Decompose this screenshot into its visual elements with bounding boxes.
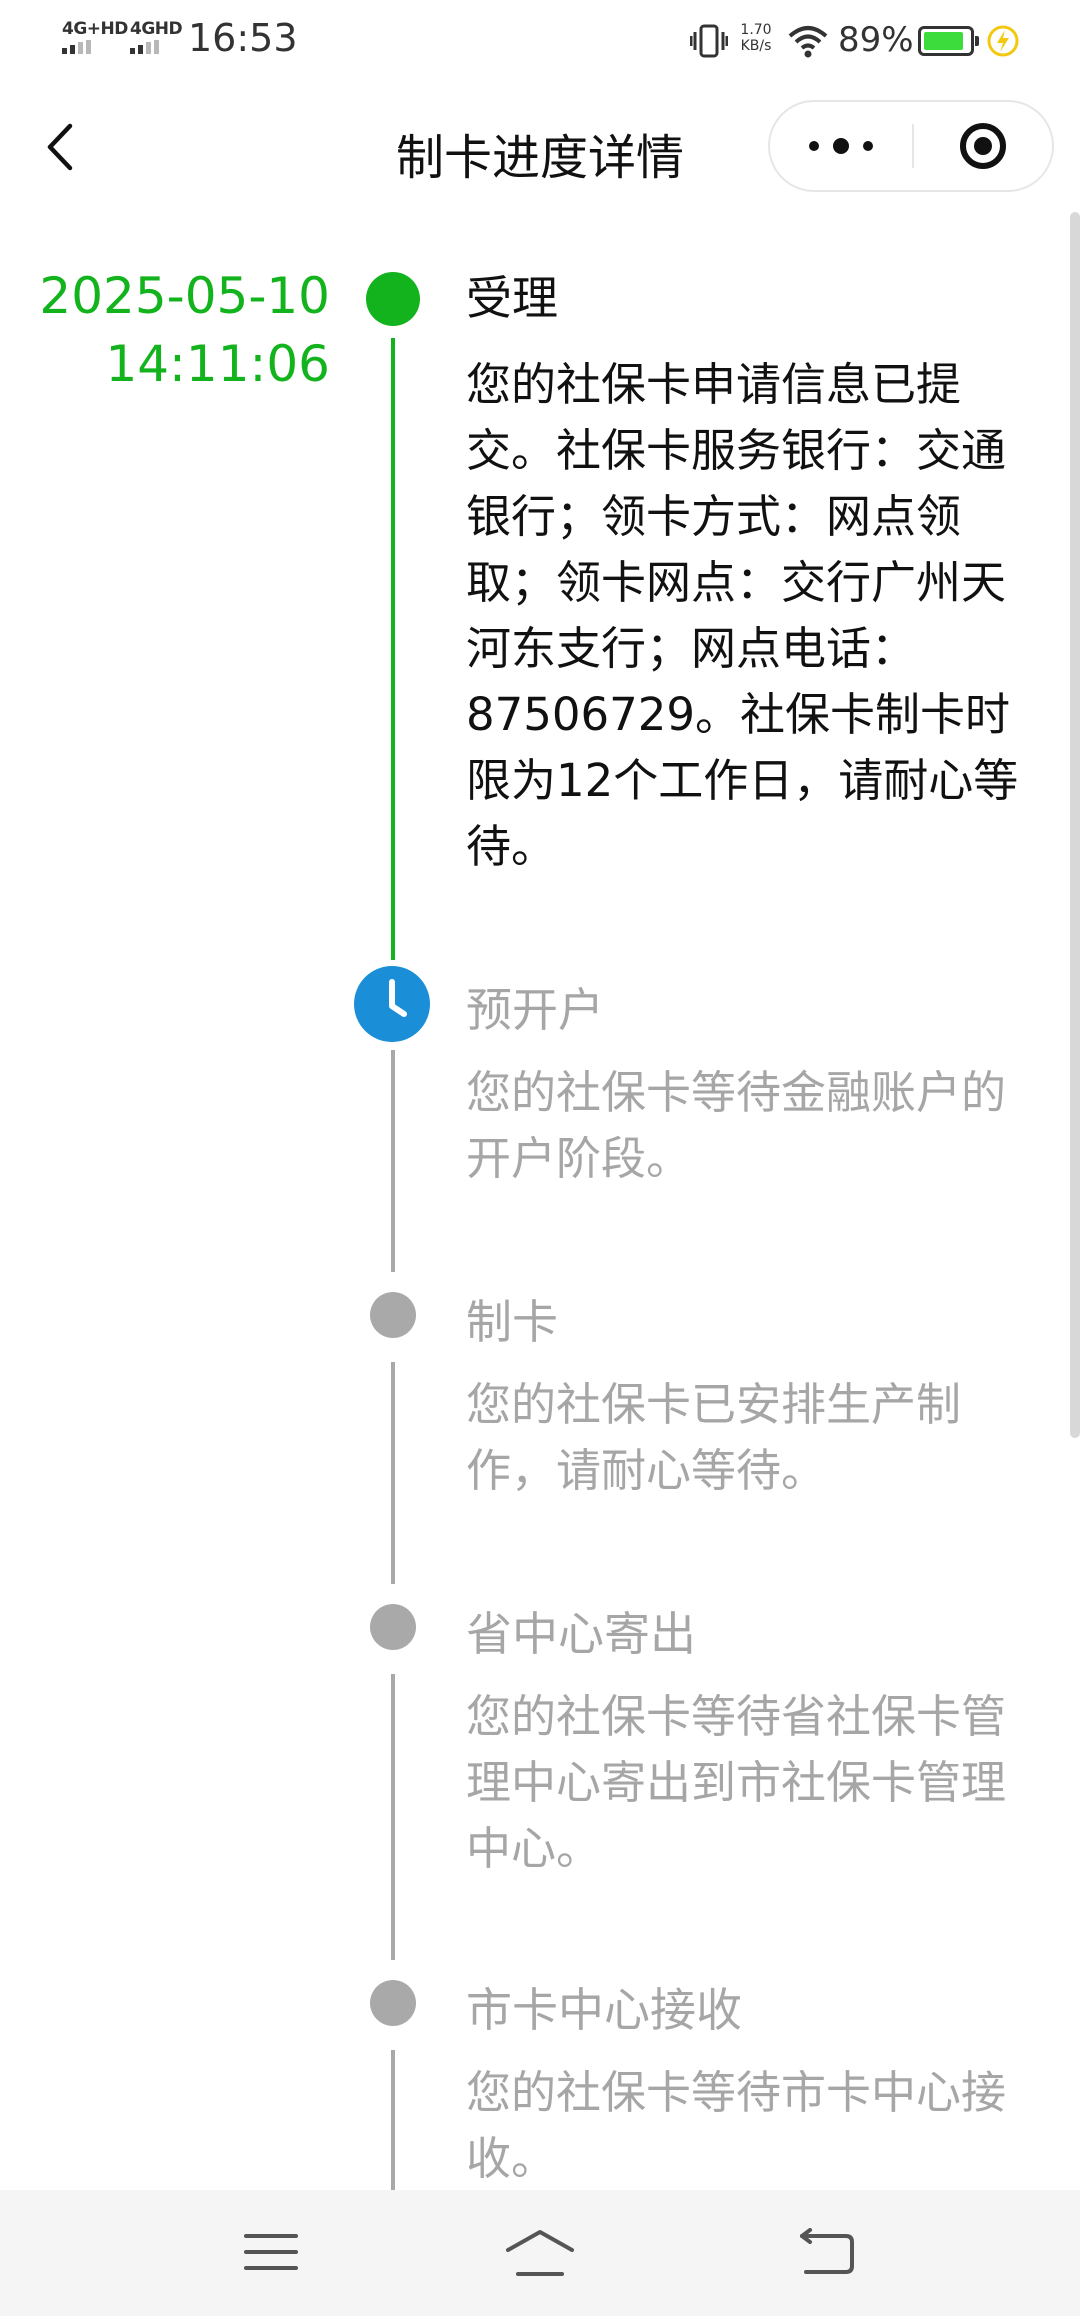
clock-icon (354, 966, 430, 1042)
step-date: 2025-05-10 (39, 267, 330, 325)
step-title: 制卡 (466, 1295, 558, 1349)
step-description: 您的社保卡等待金融账户的开户阶段。 (466, 1066, 1007, 1185)
progress-timeline: 2025-05-10 14:11:06 受理 您的社保卡申请信息已提交。社保卡服… (0, 0, 1080, 2316)
step-title: 省中心寄出 (466, 1607, 696, 1661)
menu-icon[interactable] (244, 2228, 298, 2280)
step-pending-dot (370, 1980, 416, 2026)
step-pending-dot (370, 1604, 416, 1650)
step-title: 受理 (466, 271, 558, 325)
system-nav-bar (0, 2190, 1080, 2316)
timeline-connector (391, 2050, 395, 2190)
step-time: 14:11:06 (105, 335, 330, 393)
step-done-dot (366, 272, 420, 326)
timeline-connector (391, 1050, 395, 1272)
step-description: 您的社保卡等待市卡中心接收。 (466, 2066, 1007, 2185)
step-description: 您的社保卡已安排生产制作，请耐心等待。 (466, 1378, 962, 1497)
step-title: 市卡中心接收 (466, 1983, 742, 2037)
step-description: 您的社保卡申请信息已提交。社保卡服务银行：交通银行；领卡方式：网点领取；领卡网点… (466, 358, 1019, 873)
step-timestamp: 2025-05-10 14:11:06 (39, 262, 330, 398)
home-icon[interactable] (504, 2228, 576, 2282)
step-description: 您的社保卡等待省社保卡管理中心寄出到市社保卡管理中心。 (466, 1690, 1007, 1875)
timeline-connector (391, 1674, 395, 1960)
back-nav-icon[interactable] (796, 2228, 856, 2280)
timeline-connector (391, 1362, 395, 1584)
step-title: 预开户 (466, 983, 604, 1037)
timeline-connector-done (391, 338, 395, 960)
step-pending-dot (370, 1292, 416, 1338)
